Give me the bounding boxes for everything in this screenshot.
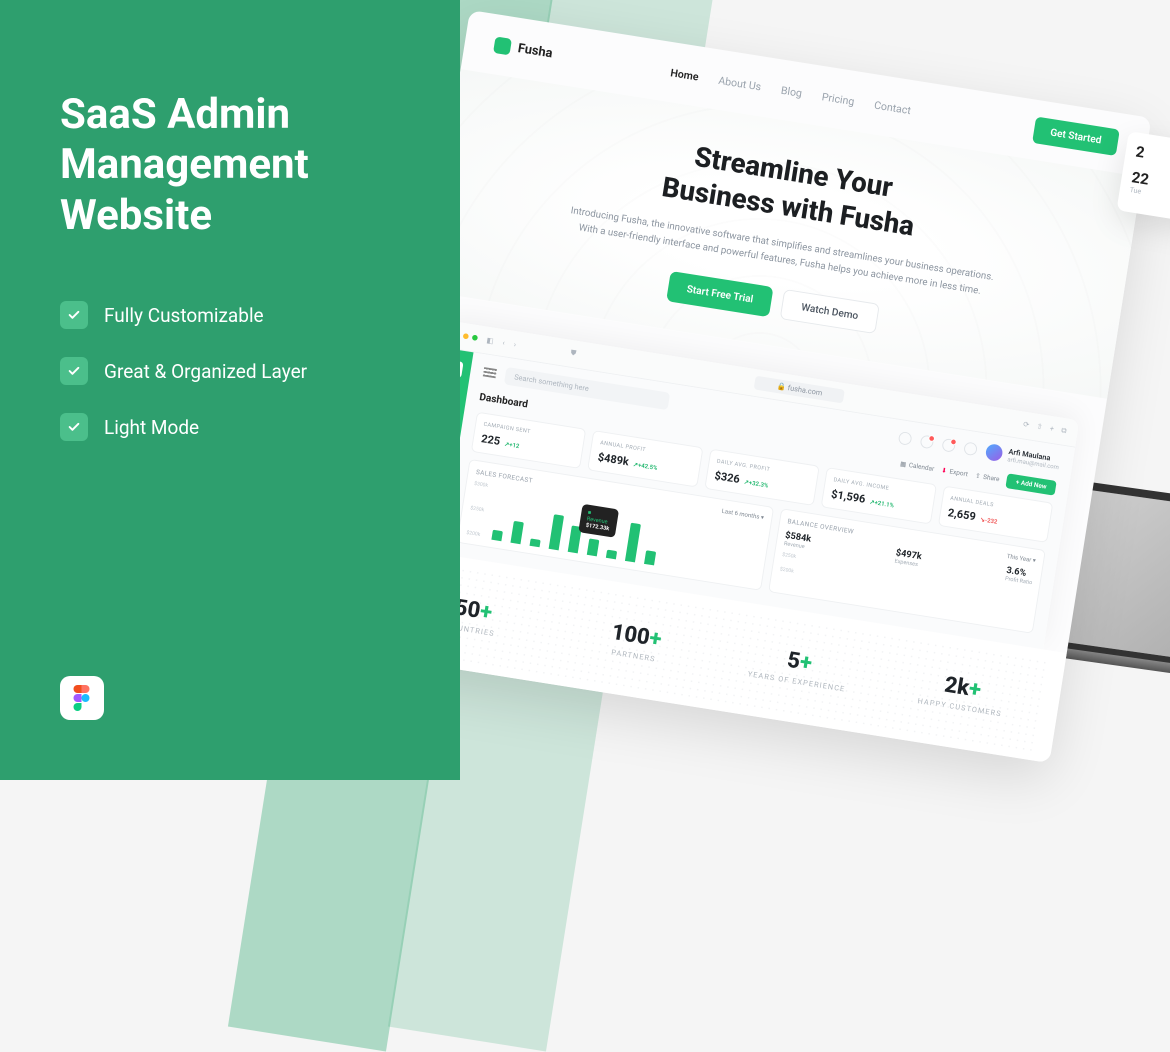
watch-demo-button[interactable]: Watch Demo <box>780 289 880 334</box>
forward-icon: › <box>513 340 516 349</box>
kpi-value: $489k <box>597 450 630 468</box>
stat-customers: 2k+HAPPY CUSTOMERS <box>887 662 1038 722</box>
promo-title-line: Management <box>60 140 309 189</box>
user-menu[interactable]: Arfi Maulanaarfi.mau@mail.com <box>985 443 1061 471</box>
figma-icon <box>60 676 104 720</box>
kpi-delta: ↗+12 <box>504 440 520 450</box>
feature-label: Light Mode <box>104 416 199 439</box>
get-started-button[interactable]: Get Started <box>1032 116 1120 156</box>
menu-icon[interactable] <box>483 367 497 378</box>
feature-item: Light Mode <box>60 413 400 441</box>
brand-name: Fusha <box>517 41 554 61</box>
check-icon <box>60 357 88 385</box>
chart-bar <box>549 515 564 550</box>
feature-label: Fully Customizable <box>104 304 264 327</box>
kpi-value: $1,596 <box>830 487 866 505</box>
nav-blog[interactable]: Blog <box>780 83 803 99</box>
kpi-delta: ↗+42.5% <box>633 460 659 471</box>
calendar-icon: ▦ <box>900 460 907 468</box>
tabs-icon: ⧉ <box>1061 426 1068 436</box>
period-dropdown[interactable]: This Year ▾ <box>1006 552 1036 564</box>
nav-home[interactable]: Home <box>670 66 700 83</box>
kpi-card: ANNUAL PROFIT$489k↗+42.5% <box>588 430 704 487</box>
sidebar-toggle-icon: ◧ <box>486 336 494 345</box>
search-placeholder: Search something here <box>514 373 590 393</box>
url-text: fusha.com <box>787 383 823 397</box>
promo-title: SaaS Admin Management Website <box>60 90 400 241</box>
brand[interactable]: Fusha <box>493 36 554 62</box>
chart-bar <box>606 550 617 559</box>
period-dropdown[interactable]: Last 6 months ▾ <box>721 507 764 521</box>
bell-icon[interactable] <box>942 438 957 453</box>
brand-icon <box>493 36 512 55</box>
shield-icon: ⛊ <box>570 348 577 358</box>
chart-bar <box>491 529 503 540</box>
chart-bar <box>530 539 541 547</box>
kpi-delta: ↗+21.1% <box>869 498 895 509</box>
plus-icon: + <box>648 624 664 651</box>
add-new-button[interactable]: + Add New <box>1006 473 1057 495</box>
theme-toggle-icon[interactable] <box>898 431 913 446</box>
kpi-value: 2,659 <box>947 506 977 523</box>
maximize-icon <box>472 335 478 341</box>
badge-icon <box>950 438 957 445</box>
chart-bar <box>511 521 524 544</box>
refresh-icon: ⟳ <box>1022 420 1030 430</box>
share-action[interactable]: ⇪Share <box>975 472 1000 483</box>
app-grid-icon[interactable] <box>963 442 978 457</box>
promo-panel: SaaS Admin Management Website Fully Cust… <box>0 0 460 780</box>
plus-icon: + <box>967 675 983 702</box>
chart-bar <box>625 522 641 562</box>
page-title: Dashboard <box>479 391 529 410</box>
back-icon: ‹ <box>502 338 505 347</box>
kpi-card: DAILY AVG. PROFIT$326↗+32.3% <box>704 448 820 505</box>
kpi-card: CAMPAIGN SENT225↗+12 <box>471 411 587 468</box>
kpi-card: DAILY AVG. INCOME$1,596↗+21.1% <box>821 467 937 524</box>
chart-bar <box>587 538 600 556</box>
calendar-action[interactable]: ▦Calendar <box>900 460 935 473</box>
check-icon <box>60 301 88 329</box>
export-icon: ⬇ <box>941 466 947 474</box>
feature-label: Great & Organized Layer <box>104 360 307 383</box>
feature-item: Fully Customizable <box>60 301 400 329</box>
plus-icon: + <box>798 648 814 675</box>
kpi-value: $326 <box>714 469 741 486</box>
export-action[interactable]: ⬇Export <box>941 466 969 477</box>
plus-icon: + <box>478 597 494 624</box>
minimize-icon <box>463 333 469 339</box>
cart-icon[interactable] <box>920 435 935 450</box>
avatar-icon <box>985 443 1004 462</box>
kpi-delta: ↘-232 <box>979 515 997 525</box>
kpi-value: 225 <box>480 432 501 448</box>
kpi-delta: ↗+32.3% <box>743 478 769 489</box>
kpi-card: ANNUAL DEALS2,659↘-232 <box>938 485 1054 542</box>
stat-partners: 100+PARTNERS <box>560 611 711 671</box>
start-trial-button[interactable]: Start Free Trial <box>666 271 773 317</box>
chart-tooltip: ■ Revenue$172.33k <box>578 503 618 537</box>
check-icon <box>60 413 88 441</box>
share-icon: ⇧ <box>1036 422 1044 432</box>
feature-item: Great & Organized Layer <box>60 357 400 385</box>
chart-y-axis: $300k$250k$200k <box>466 481 488 538</box>
nav-about[interactable]: About Us <box>718 73 763 92</box>
chart-bar <box>644 550 656 565</box>
promo-title-line: SaaS Admin <box>60 90 290 139</box>
add-icon: + <box>1049 424 1055 434</box>
nav-contact[interactable]: Contact <box>873 98 912 117</box>
stat-experience: 5+YEARS OF EXPERIENCE <box>723 637 874 697</box>
lock-icon: 🔒 <box>776 382 786 392</box>
share-icon: ⇪ <box>975 472 981 480</box>
promo-title-line: Website <box>60 191 212 240</box>
site-mock: Fusha Home About Us Blog Pricing Contact… <box>368 10 1152 763</box>
badge-icon <box>928 435 935 442</box>
nav-pricing[interactable]: Pricing <box>821 90 855 108</box>
feature-list: Fully Customizable Great & Organized Lay… <box>60 301 400 441</box>
stat-value: 100 <box>610 618 652 649</box>
